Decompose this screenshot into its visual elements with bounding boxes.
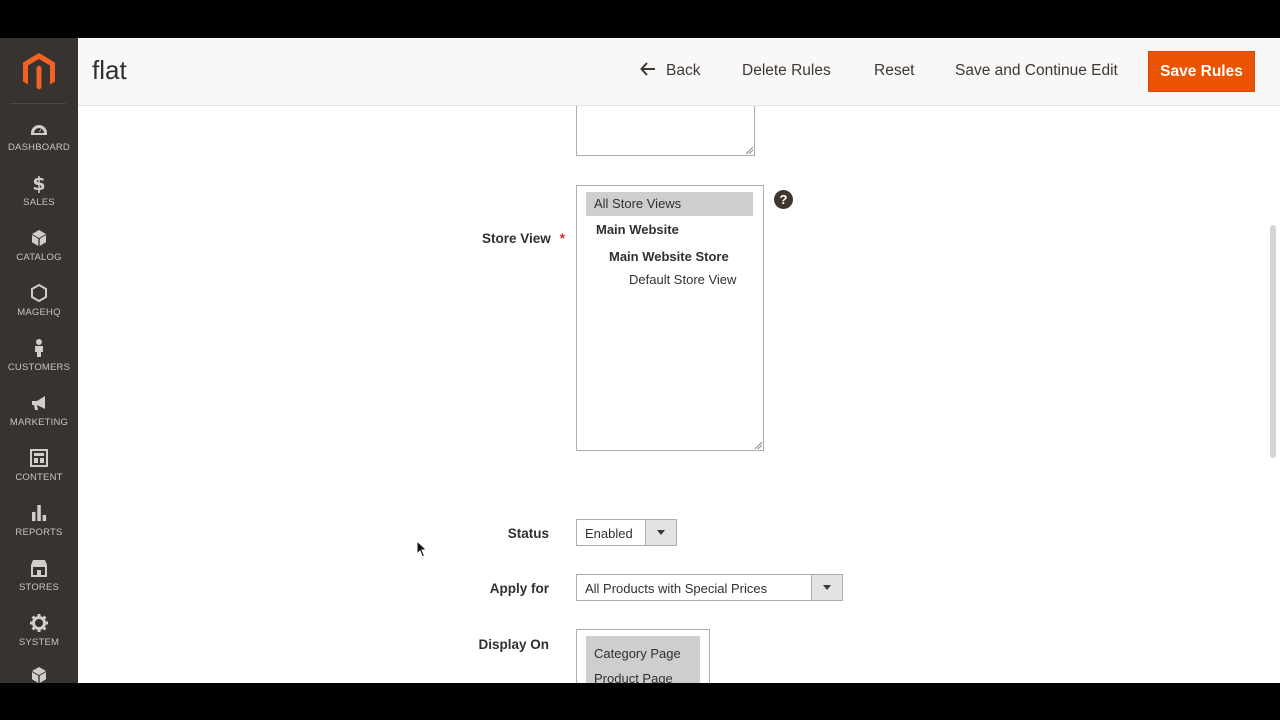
required-asterisk: * xyxy=(559,231,565,246)
sidebar-item-content[interactable]: CONTENT xyxy=(0,448,78,503)
sidebar-item-label: CONTENT xyxy=(15,472,63,483)
back-button-label: Back xyxy=(666,62,701,79)
apply-for-select[interactable]: All Products with Special Prices xyxy=(576,574,843,601)
storefront-icon xyxy=(29,558,49,578)
sidebar-item-magehq[interactable]: MAGEHQ xyxy=(0,283,78,338)
page-header: flat Back Delete Rules Reset Save and Co… xyxy=(78,38,1280,106)
display-option[interactable]: Product Page xyxy=(594,666,700,683)
delete-rules-button[interactable]: Delete Rules xyxy=(742,62,831,80)
display-on-selected-options: Category Page Product Page xyxy=(586,636,700,683)
sidebar-item-label: DASHBOARD xyxy=(8,142,70,153)
reset-button[interactable]: Reset xyxy=(874,62,915,80)
apply-for-label: Apply for xyxy=(489,581,549,596)
sidebar-item-label: SYSTEM xyxy=(18,637,60,648)
dashboard-icon xyxy=(29,118,49,138)
rule-form: Store View * All Store Views Main Website… xyxy=(78,106,1280,683)
sidebar-item-stores[interactable]: STORES xyxy=(0,558,78,613)
sidebar-divider xyxy=(10,103,66,104)
sidebar-item-reports[interactable]: REPORTS xyxy=(0,503,78,558)
page-scrollbar[interactable] xyxy=(1270,225,1276,458)
magento-logo[interactable] xyxy=(0,38,78,104)
gear-icon xyxy=(29,613,49,633)
resize-handle-icon[interactable] xyxy=(755,442,762,449)
store-option-group: Main Website Store xyxy=(609,249,729,264)
display-option[interactable]: Category Page xyxy=(594,641,700,666)
sidebar-item-extensions[interactable] xyxy=(0,665,78,683)
description-textarea[interactable] xyxy=(576,106,755,156)
sidebar-item-sales[interactable]: $ SALES xyxy=(0,173,78,228)
sidebar-item-catalog[interactable]: CATALOG xyxy=(0,228,78,283)
store-view-multiselect[interactable]: All Store Views Main Website Main Websit… xyxy=(576,185,764,451)
dollar-icon: $ xyxy=(29,173,49,193)
apply-for-select-value: All Products with Special Prices xyxy=(585,581,768,596)
arrow-left-icon xyxy=(640,62,656,81)
save-and-continue-button[interactable]: Save and Continue Edit xyxy=(955,62,1118,80)
resize-handle-icon[interactable] xyxy=(746,147,753,154)
status-select-value: Enabled xyxy=(585,526,633,541)
sidebar-item-dashboard[interactable]: DASHBOARD xyxy=(0,118,78,173)
megaphone-icon xyxy=(29,393,49,413)
admin-sidebar: DASHBOARD $ SALES CATALOG MAGEHQ CUSTOME… xyxy=(0,38,78,683)
sidebar-item-label: CUSTOMERS xyxy=(7,362,71,373)
back-button[interactable]: Back xyxy=(640,62,700,81)
store-view-label-text: Store View xyxy=(481,231,551,246)
chevron-down-icon xyxy=(811,575,842,600)
sidebar-item-label: MARKETING xyxy=(9,417,69,428)
layout-icon xyxy=(29,448,49,468)
boxes-icon xyxy=(29,665,49,683)
chevron-down-icon xyxy=(645,520,676,545)
store-view-label: Store View * xyxy=(365,231,565,246)
bar-chart-icon xyxy=(29,503,49,523)
store-option-group: Main Website xyxy=(596,222,679,237)
cube-icon xyxy=(29,228,49,248)
app-frame: DASHBOARD $ SALES CATALOG MAGEHQ CUSTOME… xyxy=(0,38,1280,683)
store-option[interactable]: Default Store View xyxy=(629,272,736,287)
save-rules-button[interactable]: Save Rules xyxy=(1148,51,1255,92)
status-select[interactable]: Enabled xyxy=(576,519,677,546)
sidebar-item-label: STORES xyxy=(18,582,60,593)
sidebar-item-label: REPORTS xyxy=(15,527,63,538)
store-option[interactable]: All Store Views xyxy=(586,192,753,216)
sidebar-item-label: MAGEHQ xyxy=(17,307,61,318)
status-label: Status xyxy=(507,526,549,541)
display-on-label: Display On xyxy=(478,637,549,652)
svg-text:$: $ xyxy=(32,173,45,193)
sidebar-item-label: CATALOG xyxy=(16,252,62,263)
help-icon[interactable]: ? xyxy=(774,190,793,209)
person-icon xyxy=(29,338,49,358)
sidebar-item-label: SALES xyxy=(23,197,55,208)
display-on-multiselect[interactable]: Category Page Product Page xyxy=(576,629,710,683)
page-title: flat xyxy=(92,55,127,85)
mouse-cursor-icon xyxy=(416,540,428,558)
sidebar-item-system[interactable]: SYSTEM xyxy=(0,613,78,668)
hexagon-icon xyxy=(29,283,49,303)
sidebar-item-customers[interactable]: CUSTOMERS xyxy=(0,338,78,393)
sidebar-item-marketing[interactable]: MARKETING xyxy=(0,393,78,448)
